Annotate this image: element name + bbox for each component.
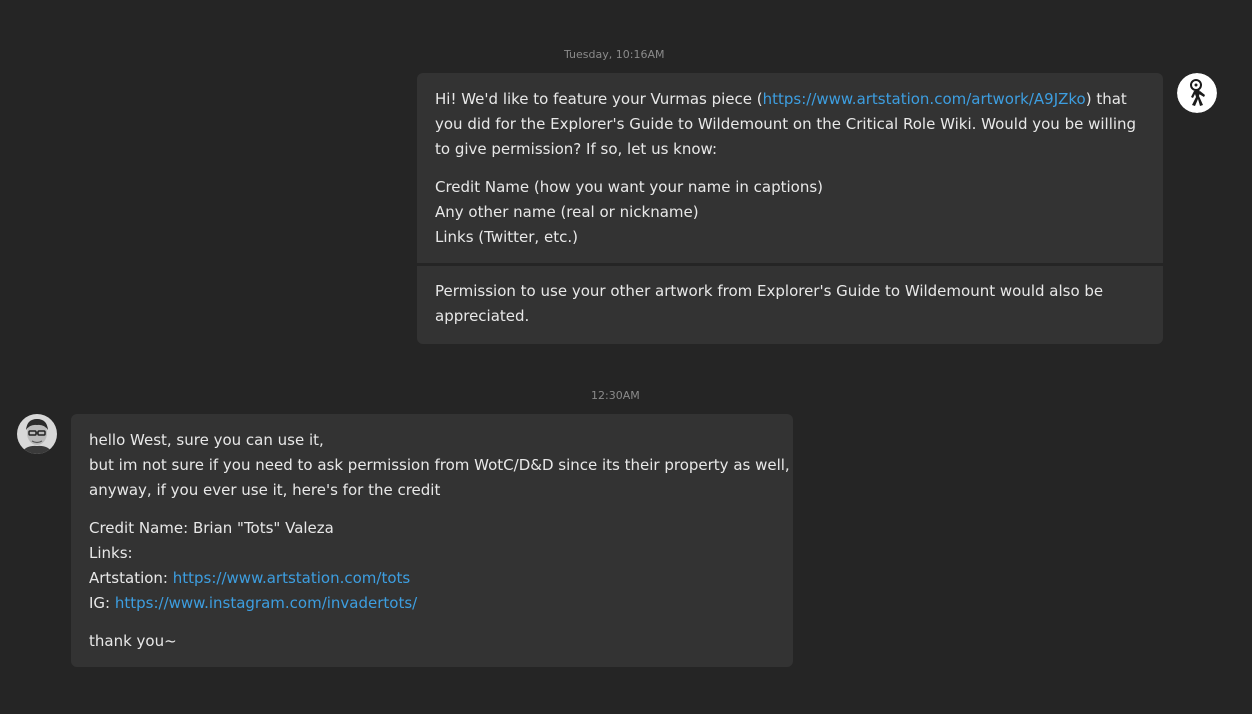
credit-name-line: Credit Name: Brian "Tots" Valeza (89, 519, 334, 537)
message-paragraph-reply: hello West, sure you can use it, but im … (89, 428, 790, 503)
instagram-line: IG: https://www.instagram.com/invadertot… (89, 591, 775, 616)
outgoing-message-bubble-2[interactable]: Permission to use your other artwork fro… (417, 266, 1163, 344)
artstation-label: Artstation: (89, 569, 173, 587)
instagram-label: IG: (89, 594, 115, 612)
list-item: Any other name (real or nickname) (435, 203, 699, 221)
message-line: anyway, if you ever use it, here's for t… (89, 481, 441, 499)
own-avatar[interactable] (1177, 73, 1217, 113)
message-line: hello West, sure you can use it, (89, 431, 324, 449)
artwork-link[interactable]: https://www.artstation.com/artwork/A9JZk… (763, 90, 1086, 108)
timestamp-tuesday: Tuesday, 10:16AM (564, 48, 665, 61)
links-label: Links: (89, 544, 133, 562)
user-photo-avatar (17, 414, 57, 454)
list-item: Credit Name (how you want your name in c… (435, 178, 824, 196)
artstation-link[interactable]: https://www.artstation.com/tots (173, 569, 410, 587)
message-paragraph-intro: Hi! We'd like to feature your Vurmas pie… (435, 87, 1145, 162)
message-paragraph-closing: thank you~ (89, 632, 177, 650)
message-paragraph-list: Credit Name (how you want your name in c… (435, 175, 1145, 250)
timestamp-late-night: 12:30AM (591, 389, 640, 402)
message-paragraph-credits: Credit Name: Brian "Tots" Valeza Links: … (89, 516, 775, 616)
message-paragraph: Permission to use your other artwork fro… (435, 282, 1104, 325)
instagram-link[interactable]: https://www.instagram.com/invadertots/ (115, 594, 417, 612)
list-item: Links (Twitter, etc.) (435, 228, 578, 246)
artstation-line: Artstation: https://www.artstation.com/t… (89, 566, 775, 591)
sender-avatar[interactable] (17, 414, 57, 454)
message-text-before-link: Hi! We'd like to feature your Vurmas pie… (435, 90, 763, 108)
message-line: but im not sure if you need to ask permi… (89, 456, 790, 474)
outgoing-message-bubble-1[interactable]: Hi! We'd like to feature your Vurmas pie… (417, 73, 1163, 263)
explorer-figure-icon (1177, 73, 1217, 113)
incoming-message-bubble[interactable]: hello West, sure you can use it, but im … (71, 414, 793, 667)
